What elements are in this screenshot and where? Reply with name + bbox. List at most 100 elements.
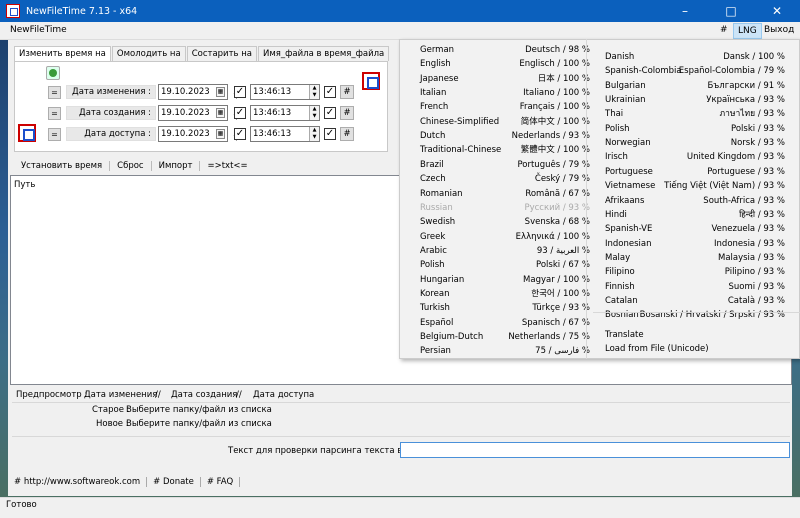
time-modified-checkbox[interactable]: ✓ xyxy=(324,86,336,98)
import-button[interactable]: Импорт xyxy=(152,161,201,171)
language-item-filipino[interactable]: Filipino Pilipino / 93 % xyxy=(605,265,785,279)
language-native: Netherlands / 75 % xyxy=(508,332,590,342)
language-name: Traditional-Chinese xyxy=(420,145,502,156)
language-item-arabic[interactable]: Arabic 93 / العربية % xyxy=(420,244,590,258)
language-name: Dutch xyxy=(420,131,446,142)
language-item-turkish[interactable]: Turkish Türkçe / 93 % xyxy=(420,301,590,315)
hash-button[interactable]: # xyxy=(340,85,354,99)
calendar-icon[interactable]: ▦ xyxy=(216,108,225,118)
language-item-ukrainian[interactable]: Ukrainian Українська / 93 % xyxy=(605,93,785,107)
language-native: Ελληνικά / 100 % xyxy=(515,231,590,242)
website-link[interactable]: # http://www.softwareok.com xyxy=(8,477,148,487)
date-accessed-checkbox[interactable]: ✓ xyxy=(234,128,246,140)
language-item-french[interactable]: French Français / 100 % xyxy=(420,100,590,114)
language-item-thai[interactable]: Thai ภาษาไทย / 93 % xyxy=(605,107,785,121)
link-bar: # http://www.softwareok.com # Donate # F… xyxy=(8,474,241,490)
translate-menu-item[interactable]: Translate xyxy=(605,328,785,342)
language-item-belgium-dutch[interactable]: Belgium-Dutch Netherlands / 75 % xyxy=(420,330,590,344)
hash-button[interactable]: # xyxy=(340,127,354,141)
language-item-bosnian[interactable]: Bosnian Bosanski / Hrvatski / Srpski / 93… xyxy=(605,308,785,322)
language-name: Japanese xyxy=(420,73,459,84)
language-item-brazil[interactable]: Brazil Português / 79 % xyxy=(420,158,590,172)
language-item-italian[interactable]: Italian Italiano / 100 % xyxy=(420,86,590,100)
language-name: Spanish-VE xyxy=(605,224,653,235)
language-name: Hungarian xyxy=(420,274,465,285)
language-item-polish[interactable]: Polish Polski / 93 % xyxy=(605,122,785,136)
language-item-finnish[interactable]: Finnish Suomi / 93 % xyxy=(605,280,785,294)
language-item-afrikaans[interactable]: Afrikaans South-Africa / 93 % xyxy=(605,194,785,208)
time-created-checkbox[interactable]: ✓ xyxy=(324,107,336,119)
equal-button[interactable]: = xyxy=(48,107,61,120)
language-item-german[interactable]: German Deutsch / 98 % xyxy=(420,43,590,57)
language-item-persian[interactable]: Persian 75 / فارسی % xyxy=(420,344,590,358)
language-item-portuguese[interactable]: Portuguese Portuguese / 93 % xyxy=(605,165,785,179)
language-item-hindi[interactable]: Hindi हिन्दी / 93 % xyxy=(605,208,785,222)
language-item-hungarian[interactable]: Hungarian Magyar / 100 % xyxy=(420,273,590,287)
date-accessed-field[interactable]: 19.10.2023▦▼ xyxy=(158,126,239,142)
menu-app[interactable]: NewFileTime xyxy=(10,25,67,35)
donate-link[interactable]: # Donate xyxy=(147,477,201,487)
column-path[interactable]: Путь xyxy=(14,180,35,190)
language-item-danish[interactable]: Danish Dansk / 100 % xyxy=(605,50,785,64)
date-created-checkbox[interactable]: ✓ xyxy=(234,107,246,119)
language-item-indonesian[interactable]: Indonesian Indonesia / 93 % xyxy=(605,237,785,251)
hash-button[interactable]: # xyxy=(340,106,354,120)
language-native: Pilipino / 93 % xyxy=(724,267,785,278)
language-item-malay[interactable]: Malay Malaysia / 93 % xyxy=(605,251,785,265)
language-name: Czech xyxy=(420,174,446,185)
refresh-icon[interactable] xyxy=(46,66,60,80)
menu-lng[interactable]: LNG xyxy=(733,23,762,39)
time-modified-field[interactable]: 13:46:13 ▲ ▼ xyxy=(250,84,320,100)
minimize-button[interactable]: – xyxy=(662,0,708,22)
parse-test-input[interactable] xyxy=(400,442,790,458)
tab-age[interactable]: Состарить на xyxy=(186,46,258,61)
language-native: Englisch / 100 % xyxy=(519,59,590,70)
export-txt-button[interactable]: =>txt<= xyxy=(200,161,254,171)
menu-exit[interactable]: Выход xyxy=(764,25,794,35)
time-accessed-checkbox[interactable]: ✓ xyxy=(324,128,336,140)
language-item-polish[interactable]: Polish Polski / 67 % xyxy=(420,258,590,272)
language-item-russian[interactable]: Russian Русский / 93 % xyxy=(420,201,590,215)
tab-change-time[interactable]: Изменить время на xyxy=(14,46,111,62)
maximize-button[interactable]: □ xyxy=(708,0,754,22)
language-item-bulgarian[interactable]: Bulgarian Български / 91 % xyxy=(605,79,785,93)
language-item-swedish[interactable]: Swedish Svenska / 68 % xyxy=(420,215,590,229)
language-item-irisch[interactable]: Irisch United Kingdom / 93 % xyxy=(605,150,785,164)
load-from-file-menu-item[interactable]: Load from File (Unicode) xyxy=(605,342,785,356)
equal-button[interactable]: = xyxy=(48,128,61,141)
calendar-icon[interactable]: ▦ xyxy=(216,129,225,139)
menu-hash[interactable]: # xyxy=(720,25,728,35)
language-item-vietnamese[interactable]: Vietnamese Tiếng Việt (Việt Nam) / 93 % xyxy=(605,179,785,193)
tab-rejuvenate[interactable]: Омолодить на xyxy=(111,46,186,61)
language-item-spanish-colombia[interactable]: Spanish-Colombia Español-Colombia / 79 % xyxy=(605,64,785,78)
language-item-traditional-chinese[interactable]: Traditional-Chinese 繁體中文 / 100 % xyxy=(420,143,590,157)
time-accessed-field[interactable]: 13:46:13 ▲ ▼ xyxy=(250,126,320,142)
language-item-japanese[interactable]: Japanese 日本 / 100 % xyxy=(420,72,590,86)
equal-button[interactable]: = xyxy=(48,86,61,99)
language-item-czech[interactable]: Czech Český / 79 % xyxy=(420,172,590,186)
date-modified-field[interactable]: 19.10.2023▦▼ xyxy=(158,84,239,100)
calendar-icon[interactable]: ▦ xyxy=(216,87,225,97)
language-item-english[interactable]: English Englisch / 100 % xyxy=(420,57,590,71)
language-item-norwegian[interactable]: Norwegian Norsk / 93 % xyxy=(605,136,785,150)
language-native: Italiano / 100 % xyxy=(523,88,590,99)
tab-filename-time[interactable]: Имя_файла в время_файла xyxy=(258,46,390,61)
faq-link[interactable]: # FAQ xyxy=(201,477,241,487)
language-item-catalan[interactable]: Catalan Català / 93 % xyxy=(605,294,785,308)
spinner-icon[interactable]: ▲ ▼ xyxy=(309,85,319,99)
language-item-chinese-simplified[interactable]: Chinese-Simplified 简体中文 / 100 % xyxy=(420,115,590,129)
set-time-button[interactable]: Установить время xyxy=(14,161,111,171)
language-item-spanish-ve[interactable]: Spanish-VE Venezuela / 93 % xyxy=(605,222,785,236)
language-item-greek[interactable]: Greek Ελληνικά / 100 % xyxy=(420,230,590,244)
date-modified-checkbox[interactable]: ✓ xyxy=(234,86,246,98)
language-item-espa-ol[interactable]: Español Spanisch / 67 % xyxy=(420,316,590,330)
spinner-icon[interactable]: ▲ ▼ xyxy=(309,127,319,141)
time-created-field[interactable]: 13:46:13 ▲ ▼ xyxy=(250,105,320,121)
close-button[interactable]: ✕ xyxy=(754,0,800,22)
date-created-field[interactable]: 19.10.2023▦▼ xyxy=(158,105,239,121)
language-item-romanian[interactable]: Romanian Română / 67 % xyxy=(420,187,590,201)
language-item-dutch[interactable]: Dutch Nederlands / 93 % xyxy=(420,129,590,143)
spinner-icon[interactable]: ▲ ▼ xyxy=(309,106,319,120)
reset-button[interactable]: Сброс xyxy=(110,161,152,171)
language-item-korean[interactable]: Korean 한국어 / 100 % xyxy=(420,287,590,301)
